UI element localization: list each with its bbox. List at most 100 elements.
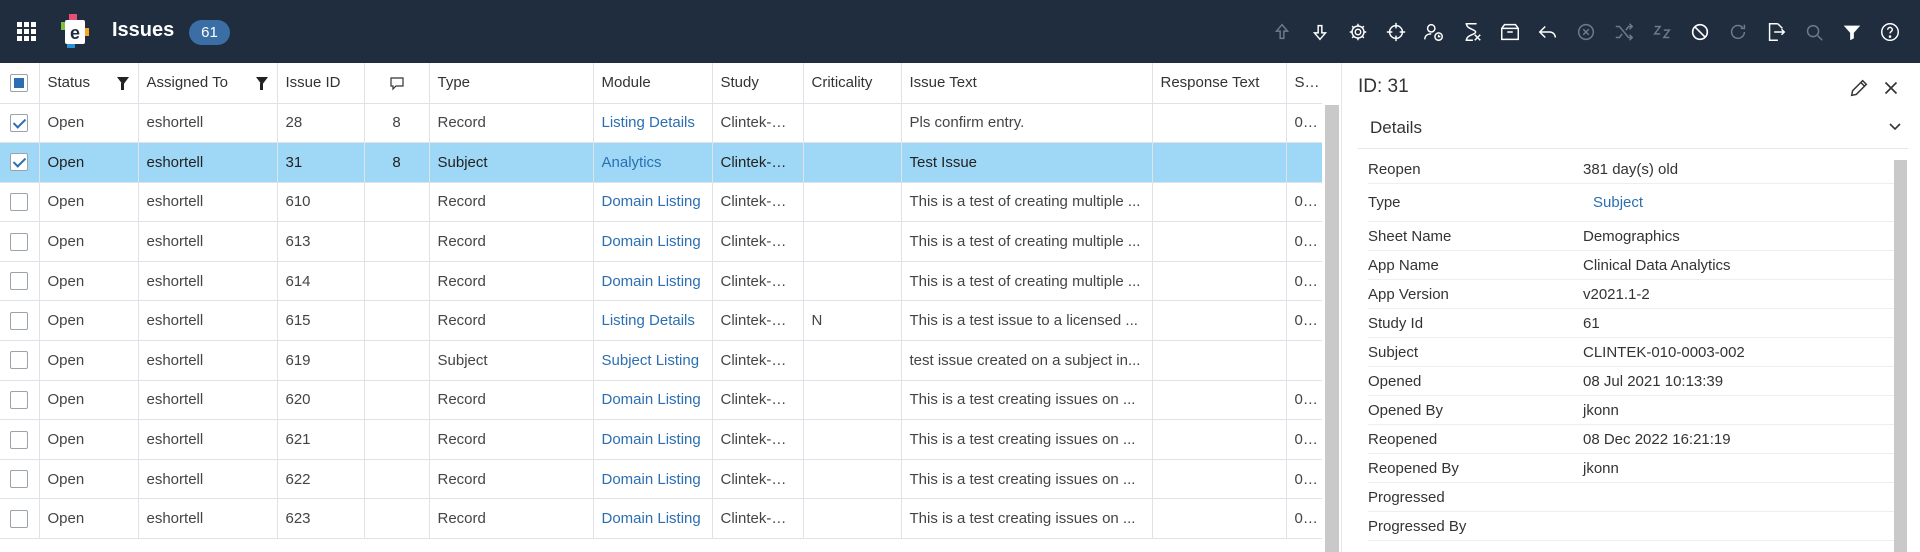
refresh-icon[interactable] [1725,19,1750,44]
issue-text-cell: This is a test of creating multiple ... [901,182,1153,223]
module-link[interactable]: Domain Listing [602,471,701,488]
filter-icon[interactable] [1839,19,1864,44]
row-checkbox-cell[interactable] [0,261,40,302]
criticality-cell [803,142,902,183]
export-icon[interactable] [1763,19,1788,44]
row-checkbox-cell[interactable] [0,182,40,223]
row-checkbox-cell[interactable] [0,498,40,540]
issue-id-cell: 619 [277,340,365,381]
column-header-issue-id[interactable]: Issue ID [277,63,365,104]
column-header-status[interactable]: Status [39,63,139,104]
type-cell: Record [429,419,594,460]
arrow-up-icon[interactable] [1269,19,1294,44]
row-checkbox-cell[interactable] [0,300,40,342]
row-checkbox[interactable] [10,311,29,330]
module-link[interactable]: Domain Listing [602,193,701,210]
column-header-site[interactable]: Site [1286,63,1322,104]
detail-value: 08 Jul 2021 10:13:39 [1583,372,1724,390]
module-link[interactable]: Listing Details [602,114,695,131]
table-row[interactable]: Open eshortell 31 8 Subject Analytics Clintek-… [0,142,1322,183]
gear-icon[interactable] [1345,19,1370,44]
row-checkbox[interactable] [10,470,29,489]
table-row[interactable]: Open eshortell 614 Record Domain Listing Clin… [0,261,1322,302]
column-filter-icon[interactable] [116,77,129,90]
column-header-response-text[interactable]: Response Text [1152,63,1287,104]
table-row[interactable]: Open eshortell 622 Record Domain Listing Clin… [0,459,1322,500]
site-cell [1286,340,1322,381]
detail-value-link[interactable]: Subject [1583,194,1896,211]
row-checkbox-cell[interactable] [0,221,40,262]
crosshair-icon[interactable] [1383,19,1408,44]
chevron-down-icon[interactable] [1888,120,1902,134]
search-icon[interactable] [1801,19,1826,44]
row-checkbox[interactable] [10,232,29,251]
comment-count-cell [364,300,430,342]
table-row[interactable]: Open eshortell 620 Record Domain Listing Clin… [0,380,1322,421]
hourglass-x-icon[interactable] [1459,19,1484,44]
criticality-cell [803,182,902,223]
column-header-criticality[interactable]: Criticality [803,63,902,104]
select-all-checkbox-cell[interactable] [0,63,40,104]
column-header-type[interactable]: Type [429,63,594,104]
row-checkbox[interactable] [10,430,29,449]
site-cell: 0003 [1286,103,1322,144]
row-checkbox-cell[interactable] [0,340,40,381]
row-checkbox[interactable] [10,272,29,291]
shuffle-icon[interactable] [1611,19,1636,44]
row-checkbox[interactable] [10,153,29,172]
table-row[interactable]: Open eshortell 28 8 Record Listing Details Cli… [0,103,1322,144]
row-checkbox-cell[interactable] [0,142,40,183]
column-filter-icon[interactable] [255,77,268,90]
arrow-down-icon[interactable] [1307,19,1332,44]
module-link[interactable]: Domain Listing [602,431,701,448]
details-section-label: Details [1370,117,1422,137]
detail-label: App Version [1368,285,1449,303]
column-header-comments[interactable] [364,63,430,104]
row-checkbox[interactable] [10,113,29,132]
pencil-icon[interactable] [1848,77,1870,99]
details-section-header[interactable]: Details [1358,107,1908,149]
row-checkbox[interactable] [10,193,29,211]
row-checkbox-cell[interactable] [0,380,40,421]
table-row[interactable]: Open eshortell 613 Record Domain Listing Clin… [0,221,1322,262]
panel-scrollbar[interactable] [1894,160,1907,552]
close-icon[interactable] [1880,77,1902,99]
detail-label: Progressed By [1368,517,1467,535]
study-cell: Clintek-010 [712,459,804,500]
module-link[interactable]: Domain Listing [602,510,701,527]
row-checkbox-cell[interactable] [0,459,40,500]
table-row[interactable]: Open eshortell 621 Record Domain Listing Clin… [0,419,1322,460]
module-link[interactable]: Domain Listing [602,391,701,408]
select-all-checkbox[interactable] [10,73,29,92]
table-row[interactable]: Open eshortell 619 Subject Subject Listing Cl… [0,340,1322,381]
grid-header-row: Status Assigned To Issue ID Type Module … [0,63,1322,104]
row-checkbox-cell[interactable] [0,419,40,460]
table-row[interactable]: Open eshortell 610 Record Domain Listing Clin… [0,182,1322,223]
row-checkbox[interactable] [10,351,29,370]
help-icon[interactable] [1877,19,1902,44]
module-link[interactable]: Listing Details [602,312,695,329]
sort-z-icon[interactable] [1649,19,1674,44]
column-header-module[interactable]: Module [593,63,713,104]
row-checkbox[interactable] [10,509,29,528]
cancel-circle-icon[interactable] [1573,19,1598,44]
comment-count-cell [364,380,430,421]
module-link[interactable]: Subject Listing [602,352,700,369]
module-link[interactable]: Domain Listing [602,273,701,290]
column-header-issue-text[interactable]: Issue Text [901,63,1153,104]
table-row[interactable]: Open eshortell 623 Record Domain Listing Clin… [0,498,1322,540]
reply-icon[interactable] [1535,19,1560,44]
user-clock-icon[interactable] [1421,19,1446,44]
table-row[interactable]: Open eshortell 615 Record Listing Details Cli… [0,300,1322,342]
box-open-icon[interactable] [1497,19,1522,44]
grid-scrollbar[interactable] [1325,105,1339,552]
module-link[interactable]: Analytics [602,154,662,171]
row-checkbox[interactable] [10,390,29,409]
row-checkbox-cell[interactable] [0,103,40,144]
column-header-assigned-to[interactable]: Assigned To [138,63,278,104]
response-text-cell [1152,459,1287,500]
apps-grid-icon[interactable] [17,22,37,42]
module-link[interactable]: Domain Listing [602,233,701,250]
column-header-study[interactable]: Study [712,63,804,104]
block-icon[interactable] [1687,19,1712,44]
